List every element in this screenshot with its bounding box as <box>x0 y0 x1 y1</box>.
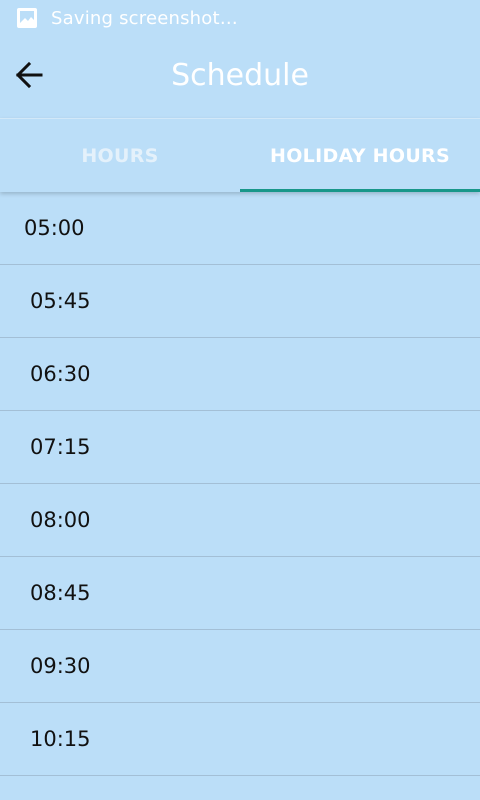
list-item[interactable]: 10:15 <box>0 703 480 776</box>
time-label: 09:30 <box>30 654 91 678</box>
time-label: 08:00 <box>30 508 91 532</box>
list-item[interactable]: 08:00 <box>0 484 480 557</box>
time-label: 07:15 <box>30 435 91 459</box>
page-title: Schedule <box>171 57 309 93</box>
tab-bar: HOURS HOLIDAY HOURS <box>0 118 480 192</box>
tab-hours-label: HOURS <box>81 144 159 167</box>
list-item[interactable]: 09:30 <box>0 630 480 703</box>
list-item[interactable]: 07:15 <box>0 411 480 484</box>
time-label: 06:30 <box>30 362 91 386</box>
arrow-left-icon <box>14 60 44 94</box>
tab-hours[interactable]: HOURS <box>0 119 240 192</box>
time-list: 05:00 05:45 06:30 07:15 08:00 08:45 09:3… <box>0 192 480 776</box>
list-item[interactable]: 05:45 <box>0 265 480 338</box>
status-text: Saving screenshot… <box>51 7 238 29</box>
time-label: 05:00 <box>24 216 85 240</box>
time-label: 05:45 <box>30 289 91 313</box>
image-icon <box>16 7 38 29</box>
back-button[interactable] <box>12 60 46 94</box>
list-item[interactable]: 06:30 <box>0 338 480 411</box>
list-item[interactable]: 05:00 <box>0 192 480 265</box>
app-bar: Schedule <box>0 36 480 118</box>
list-item[interactable]: 08:45 <box>0 557 480 630</box>
time-label: 08:45 <box>30 581 91 605</box>
time-label: 10:15 <box>30 727 91 751</box>
tab-holiday-hours[interactable]: HOLIDAY HOURS <box>240 119 480 192</box>
tab-holiday-hours-label: HOLIDAY HOURS <box>270 144 450 167</box>
status-bar: Saving screenshot… <box>0 0 480 36</box>
